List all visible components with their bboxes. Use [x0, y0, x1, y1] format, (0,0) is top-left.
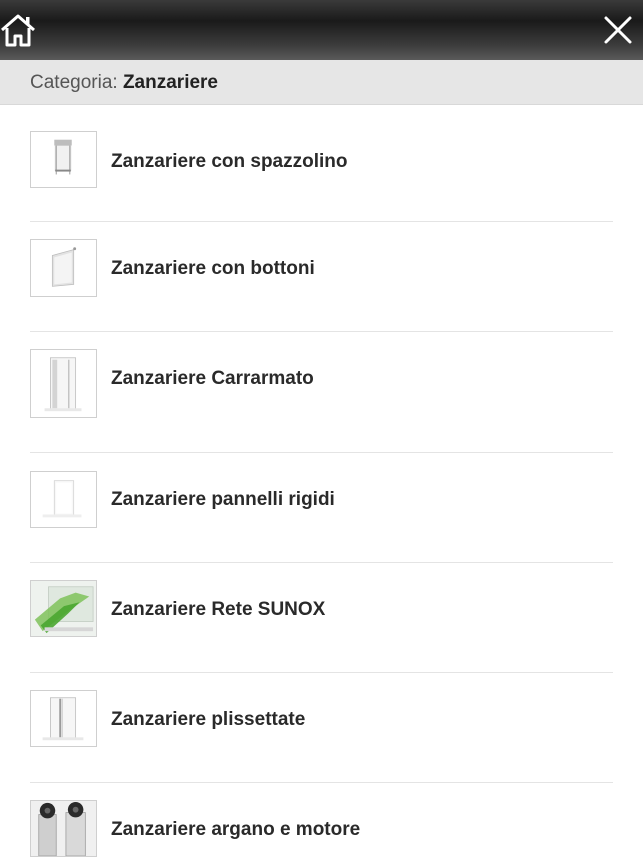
list-item-label: Zanzariere Rete SUNOX	[111, 599, 326, 620]
list-item[interactable]: Zanzariere Rete SUNOX	[30, 563, 613, 673]
home-icon	[1, 14, 35, 47]
roller-screen-thumbnail	[30, 131, 97, 188]
category-value: Zanzariere	[122, 72, 218, 93]
close-icon	[604, 16, 632, 44]
list-item[interactable]: Zanzariere con bottoni	[30, 222, 613, 332]
list-item-label: Zanzariere Carrarmato	[111, 368, 314, 389]
list-item[interactable]: Zanzariere pannelli rigidi	[30, 453, 613, 563]
category-prefix: Categoria:	[30, 72, 118, 93]
top-bar	[0, 0, 643, 60]
list-item-label: Zanzariere con spazzolino	[111, 151, 348, 172]
home-button[interactable]	[0, 12, 36, 48]
sunox-net-thumbnail	[30, 580, 97, 637]
list-item-label: Zanzariere con bottoni	[111, 258, 315, 279]
door-screen-thumbnail	[30, 349, 97, 418]
rigid-panel-thumbnail	[30, 471, 97, 528]
category-label: Categoria: Zanzariere	[30, 72, 218, 94]
list-item-label: Zanzariere plissettate	[111, 709, 306, 730]
list-item-label: Zanzariere argano e motore	[111, 819, 361, 840]
winch-motor-thumbnail	[30, 800, 97, 857]
pleated-screen-thumbnail	[30, 690, 97, 747]
list-item[interactable]: Zanzariere Carrarmato	[30, 332, 613, 453]
list-item-label: Zanzariere pannelli rigidi	[111, 489, 335, 510]
list-item[interactable]: Zanzariere argano e motore	[30, 783, 613, 857]
button-screen-thumbnail	[30, 239, 97, 297]
list-item[interactable]: Zanzariere plissettate	[30, 673, 613, 783]
list-item[interactable]: Zanzariere con spazzolino	[30, 105, 613, 222]
close-button[interactable]	[603, 15, 633, 45]
category-bar: Categoria: Zanzariere	[0, 60, 643, 105]
